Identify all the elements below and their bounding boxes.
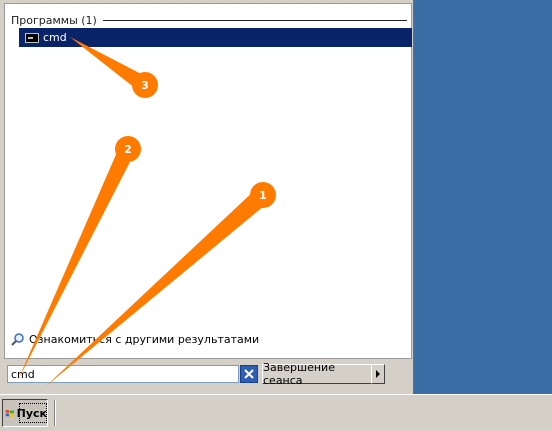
- group-divider: [102, 20, 407, 21]
- close-icon: [244, 369, 254, 379]
- start-button[interactable]: Пуск: [2, 399, 48, 427]
- result-item-cmd[interactable]: cmd: [19, 28, 412, 47]
- programs-group-label: Программы (1): [11, 13, 97, 27]
- command-prompt-icon: [25, 32, 39, 43]
- search-results-pane: Программы (1) cmd Ознакомиться с другими…: [4, 3, 412, 359]
- search-bar: Завершение сеанса: [4, 361, 410, 387]
- see-more-results-link[interactable]: Ознакомиться с другими результатами: [11, 331, 259, 347]
- windows-logo-icon: [5, 409, 14, 417]
- start-menu: Программы (1) cmd Ознакомиться с другими…: [0, 0, 414, 394]
- clear-search-button[interactable]: [240, 365, 258, 383]
- result-item-label: cmd: [43, 31, 67, 44]
- log-off-button[interactable]: Завершение сеанса: [262, 361, 372, 387]
- magnifier-icon: [11, 333, 24, 346]
- chevron-right-icon: [376, 370, 380, 378]
- see-more-results-label: Ознакомиться с другими результатами: [29, 332, 260, 346]
- log-off-label: Завершение сеанса: [263, 361, 335, 387]
- programs-group-header: Программы (1): [11, 13, 407, 27]
- taskbar: Пуск: [0, 394, 552, 431]
- focus-rect: [19, 403, 47, 423]
- search-input[interactable]: [7, 365, 239, 383]
- taskbar-separator: [54, 400, 56, 426]
- shutdown-options-button[interactable]: [371, 364, 385, 384]
